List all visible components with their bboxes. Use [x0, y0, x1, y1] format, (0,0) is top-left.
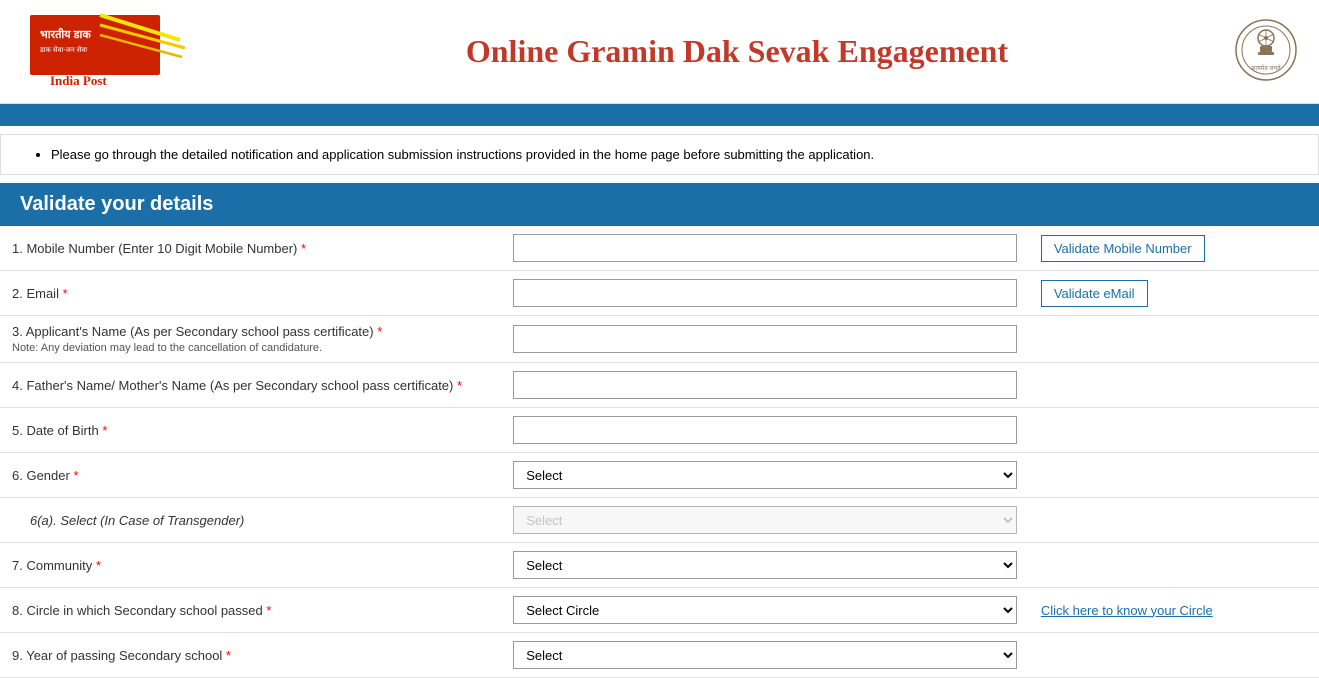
field-label-year: 9. Year of passing Secondary school *	[0, 633, 501, 678]
header-title: Online Gramin Dak Sevak Engagement	[240, 33, 1234, 70]
dob-input[interactable]	[513, 416, 1017, 444]
gender-select[interactable]: Select Male Female Transgender	[513, 461, 1017, 489]
blue-decorative-bar	[0, 104, 1319, 126]
validate-email-button[interactable]: Validate eMail	[1041, 280, 1148, 307]
field-label-applicant-name: 3. Applicant's Name (As per Secondary sc…	[0, 316, 501, 363]
table-row: 1. Mobile Number (Enter 10 Digit Mobile …	[0, 226, 1319, 271]
notice-text: Please go through the detailed notificat…	[51, 147, 1298, 162]
notice-box: Please go through the detailed notificat…	[0, 134, 1319, 175]
header: भारतीय डाक डाक सेवा-जन सेवा India Post D…	[0, 0, 1319, 104]
circle-select[interactable]: Select Circle	[513, 596, 1017, 624]
table-row: 7. Community * Select UR OBC SC ST	[0, 543, 1319, 588]
validate-mobile-button[interactable]: Validate Mobile Number	[1041, 235, 1205, 262]
table-row: 2. Email * Validate eMail	[0, 271, 1319, 316]
year-select[interactable]: Select	[513, 641, 1017, 669]
table-row: 3. Applicant's Name (As per Secondary sc…	[0, 316, 1319, 363]
field-label-circle: 8. Circle in which Secondary school pass…	[0, 588, 501, 633]
svg-text:India Post: India Post	[50, 73, 107, 88]
applicant-name-input[interactable]	[513, 325, 1017, 353]
svg-text:भारतीय डाक: भारतीय डाक	[40, 27, 91, 41]
emblem-icon: सत्यमेव जयते	[1234, 18, 1299, 83]
community-select[interactable]: Select UR OBC SC ST	[513, 551, 1017, 579]
table-row: 5. Date of Birth *	[0, 408, 1319, 453]
table-row: 6(a). Select (In Case of Transgender) Se…	[0, 498, 1319, 543]
field-label-gender: 6. Gender *	[0, 453, 501, 498]
know-circle-link[interactable]: Click here to know your Circle	[1041, 603, 1213, 618]
transgender-select[interactable]: Select	[513, 506, 1017, 534]
page-title: Online Gramin Dak Sevak Engagement	[240, 33, 1234, 70]
field-label-community: 7. Community *	[0, 543, 501, 588]
table-row: 4. Father's Name/ Mother's Name (As per …	[0, 363, 1319, 408]
table-row: 9. Year of passing Secondary school * Se…	[0, 633, 1319, 678]
government-emblem: सत्यमेव जयते	[1234, 18, 1299, 86]
field-label-dob: 5. Date of Birth *	[0, 408, 501, 453]
field-label-email: 2. Email *	[0, 271, 501, 316]
table-row: 8. Circle in which Secondary school pass…	[0, 588, 1319, 633]
table-row: 6. Gender * Select Male Female Transgend…	[0, 453, 1319, 498]
logo-container: भारतीय डाक डाक सेवा-जन सेवा India Post D…	[20, 10, 240, 93]
section-header: Validate your details	[0, 183, 1319, 226]
mobile-number-input[interactable]	[513, 234, 1017, 262]
svg-text:डाक सेवा-जन सेवा: डाक सेवा-जन सेवा	[39, 45, 87, 54]
field-label-mobile: 1. Mobile Number (Enter 10 Digit Mobile …	[0, 226, 501, 271]
field-label-parent-name: 4. Father's Name/ Mother's Name (As per …	[0, 363, 501, 408]
email-input[interactable]	[513, 279, 1017, 307]
svg-text:सत्यमेव जयते: सत्यमेव जयते	[1251, 64, 1281, 72]
validation-form: 1. Mobile Number (Enter 10 Digit Mobile …	[0, 226, 1319, 678]
applicant-name-note: Note: Any deviation may lead to the canc…	[12, 342, 322, 354]
parent-name-input[interactable]	[513, 371, 1017, 399]
india-post-logo: भारतीय डाक डाक सेवा-जन सेवा India Post D…	[20, 10, 240, 90]
field-label-transgender: 6(a). Select (In Case of Transgender)	[0, 498, 501, 543]
